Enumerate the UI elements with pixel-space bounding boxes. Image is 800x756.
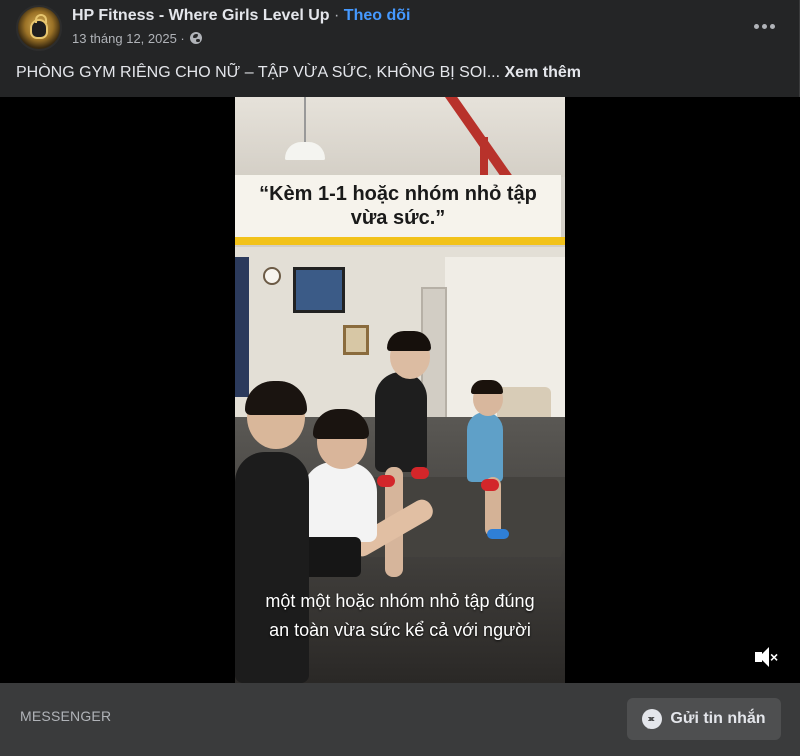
video-player[interactable]: “Kèm 1-1 hoặc nhóm nhỏ tập vừa sức.” một… <box>0 97 800 683</box>
trainee-4-body <box>467 412 503 482</box>
post-header: HP Fitness - Where Girls Level Up · Theo… <box>0 0 800 58</box>
scene-picture <box>343 325 369 355</box>
page-title-row: HP Fitness - Where Girls Level Up · Theo… <box>72 7 410 25</box>
trainee-4-hair <box>471 380 503 394</box>
title-separator: · <box>334 7 340 24</box>
more-dot <box>753 23 759 29</box>
caption-text: PHÒNG GYM RIÊNG CHO NỮ – TẬP VỪA SỨC, KH… <box>16 64 501 81</box>
dumbbell <box>411 467 429 479</box>
post-caption: PHÒNG GYM RIÊNG CHO NỮ – TẬP VỪA SỨC, KH… <box>16 64 581 82</box>
follow-button[interactable]: Theo dõi <box>344 7 411 24</box>
dumbbell <box>487 529 509 539</box>
title-accent-bar <box>235 237 565 245</box>
speaker-cone <box>759 647 769 667</box>
mute-x-icon: × <box>770 649 779 665</box>
page-avatar[interactable] <box>16 5 62 51</box>
kettlebell-icon <box>30 14 48 39</box>
post-date[interactable]: 13 tháng 12, 2025 · <box>72 31 185 46</box>
trainee-1-body <box>235 452 309 683</box>
globe-icon <box>190 32 203 44</box>
more-dot <box>761 23 767 29</box>
video-frame: “Kèm 1-1 hoặc nhóm nhỏ tập vừa sức.” một… <box>235 97 565 683</box>
subtitle-line: một một hoặc nhóm nhỏ tập đúng <box>265 591 535 611</box>
send-message-button[interactable]: Gửi tin nhắn <box>627 698 781 740</box>
trainee-2-body <box>303 462 377 542</box>
video-subtitles: một một hoặc nhóm nhỏ tập đúng an toàn v… <box>235 587 565 645</box>
scene-tv <box>293 267 345 313</box>
dumbbell <box>377 475 395 487</box>
scene-ceiling <box>235 97 565 177</box>
page-name-link[interactable]: HP Fitness - Where Girls Level Up <box>72 7 330 24</box>
subtitle-line: an toàn vừa sức kể cả với người <box>269 620 531 640</box>
more-options-icon[interactable] <box>748 12 780 40</box>
trainee-3-body <box>375 372 427 472</box>
dumbbell <box>481 479 499 491</box>
more-dot <box>769 23 775 29</box>
post-footer: MESSENGER Gửi tin nhắn <box>0 683 800 756</box>
see-more-link[interactable]: Xem thêm <box>505 64 581 81</box>
scene-clock <box>263 267 281 285</box>
messenger-label: MESSENGER <box>20 708 112 724</box>
video-title-card: “Kèm 1-1 hoặc nhóm nhỏ tập vừa sức.” <box>235 175 561 237</box>
trainee-2-shorts <box>301 537 361 577</box>
scene-poster <box>235 257 249 397</box>
speaker-muted-icon[interactable]: × <box>753 646 779 668</box>
scene-lamp-cord <box>304 97 306 143</box>
send-message-label: Gửi tin nhắn <box>670 710 766 727</box>
messenger-icon <box>642 709 663 729</box>
video-title-text: “Kèm 1-1 hoặc nhóm nhỏ tập vừa sức.” <box>259 183 537 229</box>
post-meta: 13 tháng 12, 2025 · <box>72 31 203 46</box>
trainee-3-hair <box>387 331 431 351</box>
facebook-post: HP Fitness - Where Girls Level Up · Theo… <box>0 0 800 756</box>
